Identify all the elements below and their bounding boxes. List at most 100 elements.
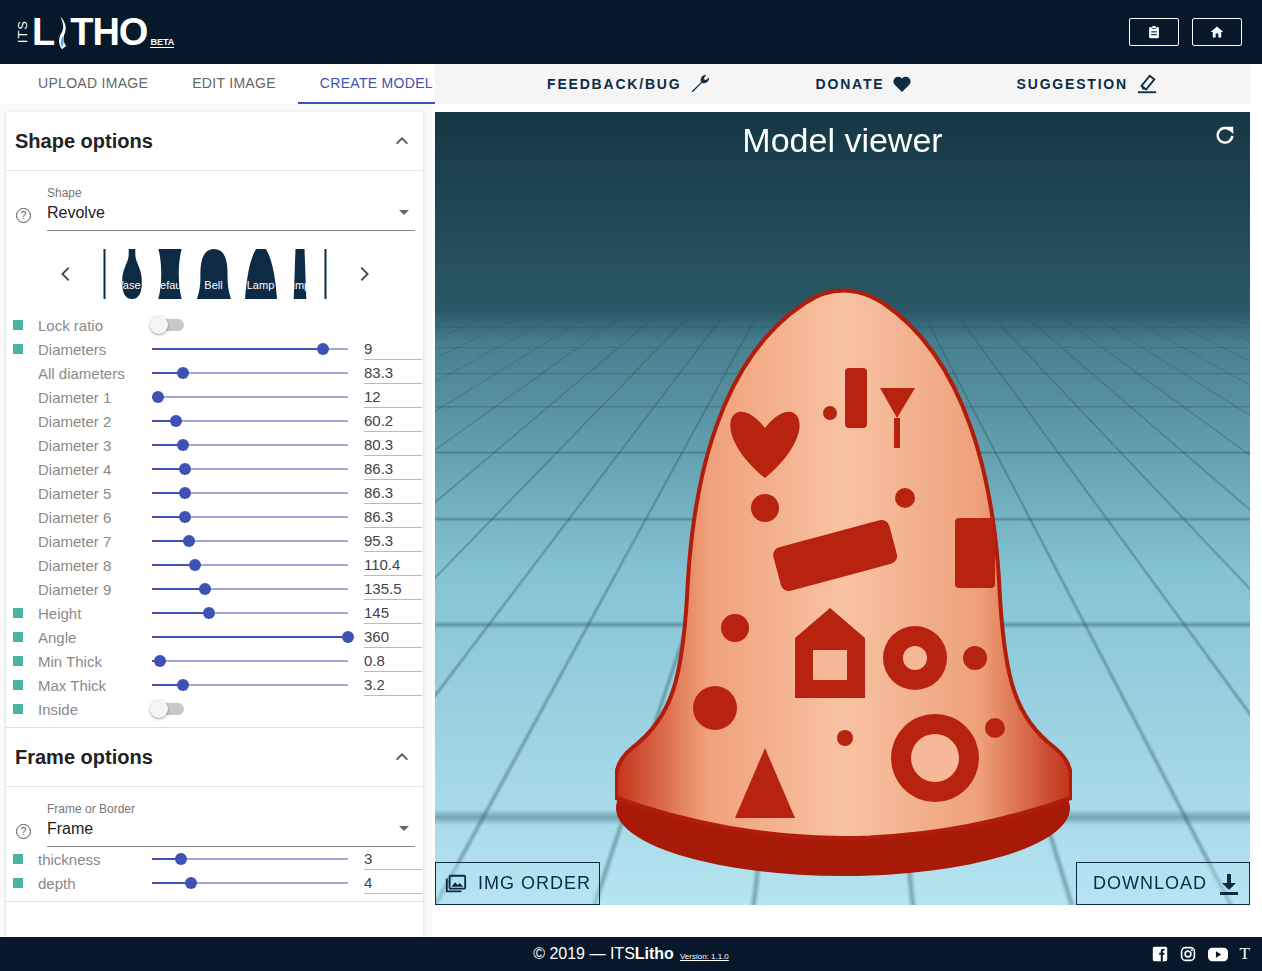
slider-track[interactable] (152, 684, 348, 686)
slider-track[interactable] (152, 516, 348, 518)
viewer-title: Model viewer (742, 118, 942, 162)
slider-thumb[interactable] (175, 853, 187, 865)
slider-track[interactable] (152, 882, 348, 884)
row-label: Diameter 3 (38, 437, 152, 454)
bell-model[interactable] (615, 278, 1072, 878)
tumblr-icon[interactable]: T (1240, 944, 1250, 964)
logo-text: L (32, 10, 54, 54)
clipboard-button[interactable] (1129, 18, 1179, 46)
toggle-switch[interactable] (152, 319, 184, 331)
slider-thumb[interactable] (189, 559, 201, 571)
slider-thumb[interactable] (183, 535, 195, 547)
slider-thumb[interactable] (170, 415, 182, 427)
preset-shape[interactable] (102, 249, 107, 299)
slider-thumb[interactable] (152, 391, 164, 403)
slider-thumb[interactable] (342, 631, 354, 643)
facebook-icon[interactable] (1152, 946, 1168, 962)
slider-thumb[interactable] (154, 655, 166, 667)
slider-thumb[interactable] (177, 679, 189, 691)
img-order-button[interactable]: IMG ORDER (435, 862, 600, 905)
slider-value[interactable]: 12 (364, 387, 422, 408)
version-text[interactable]: Version: 1.1.0 (680, 952, 729, 961)
slider-track[interactable] (152, 540, 348, 542)
marker-box (13, 632, 23, 642)
slider-track[interactable] (152, 492, 348, 494)
download-button[interactable]: DOWNLOAD (1076, 862, 1250, 905)
slider-value[interactable]: 110.4 (364, 555, 422, 576)
help-icon[interactable]: ? (16, 208, 31, 223)
slider-track[interactable] (152, 444, 348, 446)
slider-value[interactable]: 83.3 (364, 363, 422, 384)
chevron-left-icon[interactable] (57, 263, 75, 285)
field-value-row: Revolve (47, 201, 415, 225)
select-field[interactable]: Frame or BorderFrame (47, 801, 415, 847)
preset-shape[interactable]: Default (157, 249, 183, 299)
slider-thumb[interactable] (177, 367, 189, 379)
section-header[interactable]: Frame options (6, 728, 423, 787)
slider-value[interactable]: 3 (364, 849, 422, 870)
slider-track[interactable] (152, 588, 348, 590)
section-header[interactable]: Shape options (6, 112, 423, 171)
caret-down-icon (399, 210, 409, 216)
youtube-icon[interactable] (1208, 947, 1228, 962)
slider-value[interactable]: 80.3 (364, 435, 422, 456)
model-viewer[interactable]: Model viewer IMG ORDER DOWNLOAD (435, 112, 1250, 905)
eraser-pen-icon (1136, 73, 1158, 95)
slider-value[interactable]: 135.5 (364, 579, 422, 600)
slider-value[interactable]: 95.3 (364, 531, 422, 552)
preset-shape[interactable]: Lamp (245, 249, 277, 299)
slider-track[interactable] (152, 564, 348, 566)
tab[interactable]: EDIT IMAGE (170, 64, 298, 104)
marker-cell (13, 854, 38, 864)
slider-thumb[interactable] (185, 877, 197, 889)
slider-value[interactable]: 145 (364, 603, 422, 624)
slider-value[interactable]: 60.2 (364, 411, 422, 432)
toggle-switch[interactable] (152, 703, 184, 715)
slider-track[interactable] (152, 858, 348, 860)
section-title: Frame options (15, 746, 153, 769)
row-label: Diameter 1 (38, 389, 152, 406)
refresh-icon[interactable] (1214, 124, 1236, 146)
slider-track[interactable] (152, 372, 348, 374)
help-icon[interactable]: ? (16, 824, 31, 839)
preset-shape[interactable]: Bell (197, 249, 231, 299)
top-link[interactable]: DONATE (816, 74, 913, 94)
marker-box (13, 608, 23, 618)
slider-thumb[interactable] (177, 439, 189, 451)
slider-value[interactable]: 360 (364, 627, 422, 648)
top-link[interactable]: FEEDBACK/BUG (547, 73, 711, 95)
logo[interactable]: ITSLTHOBETA (15, 10, 174, 54)
instagram-icon[interactable] (1180, 946, 1196, 962)
slider-value[interactable]: 9 (364, 339, 422, 360)
marker-cell (13, 656, 38, 666)
slider-thumb[interactable] (199, 583, 211, 595)
row-label: Diameter 8 (38, 557, 152, 574)
slider-track[interactable] (152, 660, 348, 662)
tab[interactable]: UPLOAD IMAGE (16, 64, 170, 104)
slider-value[interactable]: 4 (364, 873, 422, 894)
select-field[interactable]: ShapeRevolve (47, 185, 415, 231)
slider-track[interactable] (152, 348, 348, 350)
top-link[interactable]: SUGGESTION (1017, 73, 1158, 95)
slider-track[interactable] (152, 612, 348, 614)
preset-shape[interactable] (323, 249, 328, 299)
slider-value[interactable]: 86.3 (364, 483, 422, 504)
slider-value[interactable]: 0.8 (364, 651, 422, 672)
tab[interactable]: CREATE MODEL (298, 64, 455, 104)
home-button[interactable] (1192, 18, 1242, 46)
slider-thumb[interactable] (179, 463, 191, 475)
slider-value[interactable]: 3.2 (364, 675, 422, 696)
preset-shape[interactable]: amp (291, 249, 309, 299)
slider-thumb[interactable] (317, 343, 329, 355)
slider-value[interactable]: 86.3 (364, 507, 422, 528)
slider-track[interactable] (152, 396, 348, 398)
preset-shape[interactable]: Vase1 (121, 249, 143, 299)
slider-value[interactable]: 86.3 (364, 459, 422, 480)
slider-thumb[interactable] (203, 607, 215, 619)
slider-track[interactable] (152, 636, 348, 638)
slider-track[interactable] (152, 420, 348, 422)
slider-thumb[interactable] (179, 487, 191, 499)
chevron-right-icon[interactable] (355, 263, 373, 285)
slider-thumb[interactable] (179, 511, 191, 523)
slider-track[interactable] (152, 468, 348, 470)
